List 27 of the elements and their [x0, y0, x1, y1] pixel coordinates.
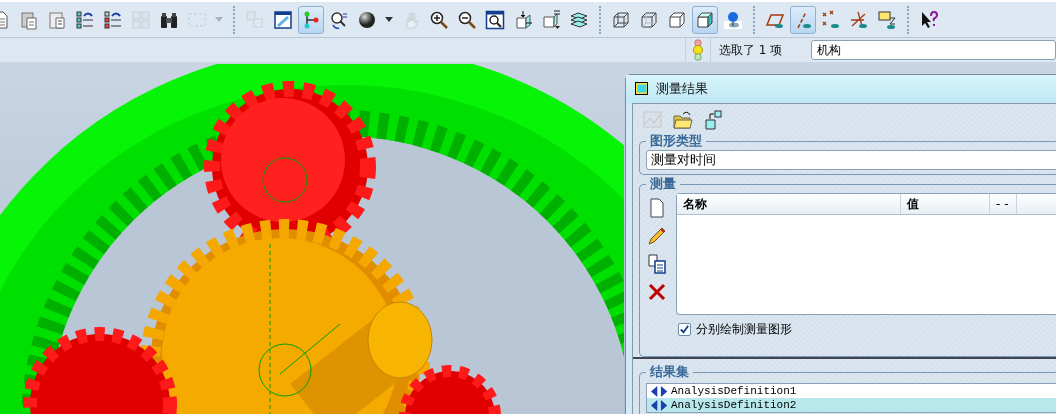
- result-row[interactable]: AnalysisDefinition2: [647, 398, 1056, 412]
- delete-icon: [647, 282, 667, 302]
- pencil-icon: [647, 226, 667, 246]
- tool-button[interactable]: [646, 225, 668, 247]
- status-light-icon: [692, 39, 704, 61]
- group-label: 测量: [649, 175, 677, 193]
- result-name: AnalysisDefinition1: [671, 385, 797, 397]
- column-header[interactable]: - -: [990, 194, 1017, 214]
- left-right-arrows-icon: [651, 385, 669, 397]
- group-label: 图形类型: [649, 132, 703, 150]
- checkbox[interactable]: [678, 323, 691, 336]
- new-page-icon: [647, 198, 667, 218]
- copy-pages-icon: [647, 254, 667, 274]
- tool-button[interactable]: [646, 253, 668, 275]
- checkbox-label: 分别绘制测量图形: [696, 321, 792, 338]
- filter-field[interactable]: 机构: [811, 40, 1056, 60]
- window-title: 测量结果: [656, 80, 708, 98]
- window-icon: [634, 81, 650, 97]
- selection-message: 选取了 1 项: [719, 41, 784, 59]
- result-row[interactable]: AnalysisDefinition1: [647, 384, 1056, 398]
- column-header[interactable]: 值: [901, 194, 990, 214]
- graph-type-dropdown[interactable]: 测量对时间: [646, 150, 1056, 170]
- group-label: 结果集: [649, 363, 690, 381]
- result-name: AnalysisDefinition2: [671, 399, 797, 411]
- left-right-arrows-icon: [651, 399, 669, 411]
- column-header[interactable]: 名称: [677, 194, 901, 214]
- tool-button[interactable]: [646, 281, 668, 303]
